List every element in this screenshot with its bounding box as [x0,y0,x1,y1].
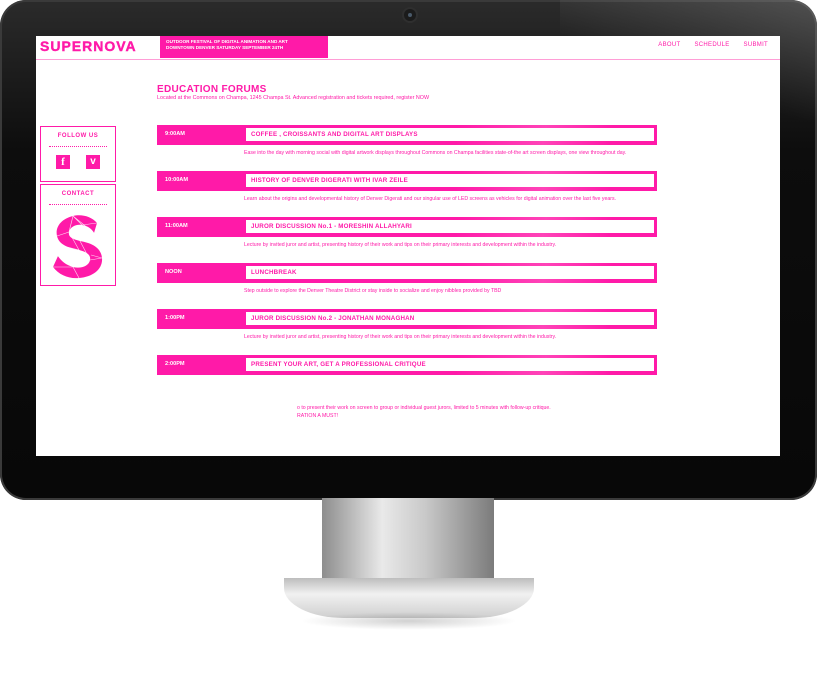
stand-shadow [300,612,518,630]
schedule-list: 9:00AM COFFEE , CROISSANTS AND DIGITAL A… [157,125,657,401]
time-bar: 1:00PM JUROR DISCUSSION No.2 - JONATHAN … [157,309,657,329]
webcam-icon [404,9,416,21]
follow-us-title: FOLLOW US [57,133,99,139]
tagline-line-2: DOWNTOWN DENVER SATURDAY SEPTEMBER 24TH [166,45,284,50]
schedule-item: 1:00PM JUROR DISCUSSION No.2 - JONATHAN … [157,309,657,355]
slot-time: NOON [165,269,182,275]
slot-description: Lecture by invited juror and artist, pre… [244,334,557,340]
slot-description: Ease into the day with morning social wi… [244,150,627,156]
slot-time: 1:00PM [165,315,185,321]
nav-submit[interactable]: SUBMIT [744,42,768,48]
slot-description: Learn about the origins and developmenta… [244,196,616,202]
slot-event-title: JUROR DISCUSSION No.1 - MORESHIN ALLAHYA… [246,220,654,233]
page-subtitle: Located at the Commons on Champa, 1245 C… [157,95,430,101]
contact-panel: CONTACT [40,184,116,286]
nav-about[interactable]: ABOUT [658,42,680,48]
slot-time: 2:00PM [165,361,185,367]
partial-line-2: RATION A MUST! [297,413,339,419]
time-bar: NOON LUNCHBREAK [157,263,657,283]
contact-title[interactable]: CONTACT [41,191,115,197]
slot-time: 10:00AM [165,177,189,183]
follow-us-panel: FOLLOW US f v [40,126,116,182]
slot-event-title: LUNCHBREAK [246,266,654,279]
site-header: SUPERNOVA OUTDOOR FESTIVAL OF DIGITAL AN… [36,36,780,58]
slot-time: 11:00AM [165,223,188,229]
social-links: f v [41,155,115,169]
slot-description-partial: o to present their work on screen to gro… [297,404,551,420]
main-nav: ABOUT SCHEDULE SUBMIT [658,42,768,48]
monitor-stand-neck [322,498,494,586]
time-bar: 10:00AM HISTORY OF DENVER DIGERATI WITH … [157,171,657,191]
supernova-s-logo-icon[interactable] [51,213,105,279]
facebook-icon[interactable]: f [56,155,70,169]
slot-time: 9:00AM [165,131,185,137]
schedule-item: 2:00PM PRESENT YOUR ART, GET A PROFESSIO… [157,355,657,401]
vimeo-icon[interactable]: v [86,155,100,169]
nav-schedule[interactable]: SCHEDULE [694,42,729,48]
slot-event-title: JUROR DISCUSSION No.2 - JONATHAN MONAGHA… [246,312,654,325]
partial-line-1: o to present their work on screen to gro… [297,405,551,411]
slot-event-title: HISTORY OF DENVER DIGERATI WITH IVAR ZEI… [246,174,654,187]
schedule-item: NOON LUNCHBREAK Step outside to explore … [157,263,657,309]
monitor-bezel: SUPERNOVA OUTDOOR FESTIVAL OF DIGITAL AN… [0,0,817,500]
schedule-item: 9:00AM COFFEE , CROISSANTS AND DIGITAL A… [157,125,657,171]
site-logo[interactable]: SUPERNOVA [40,38,137,54]
header-divider [36,59,780,60]
time-bar: 11:00AM JUROR DISCUSSION No.1 - MORESHIN… [157,217,657,237]
browser-screen: SUPERNOVA OUTDOOR FESTIVAL OF DIGITAL AN… [36,36,780,456]
schedule-item: 11:00AM JUROR DISCUSSION No.1 - MORESHIN… [157,217,657,263]
slot-event-title: COFFEE , CROISSANTS AND DIGITAL ART DISP… [246,128,654,141]
slot-event-title: PRESENT YOUR ART, GET A PROFESSIONAL CRI… [246,358,654,371]
time-bar: 2:00PM PRESENT YOUR ART, GET A PROFESSIO… [157,355,657,375]
dotted-divider [49,146,107,147]
page-title: EDUCATION FORUMS [157,84,267,95]
time-bar: 9:00AM COFFEE , CROISSANTS AND DIGITAL A… [157,125,657,145]
slot-description: Lecture by invited juror and artist, pre… [244,242,557,248]
festival-tagline: OUTDOOR FESTIVAL OF DIGITAL ANIMATION AN… [160,36,328,58]
slot-description: Step outside to explore the Denver Theat… [244,288,502,294]
schedule-item: 10:00AM HISTORY OF DENVER DIGERATI WITH … [157,171,657,217]
dotted-divider [49,204,107,205]
